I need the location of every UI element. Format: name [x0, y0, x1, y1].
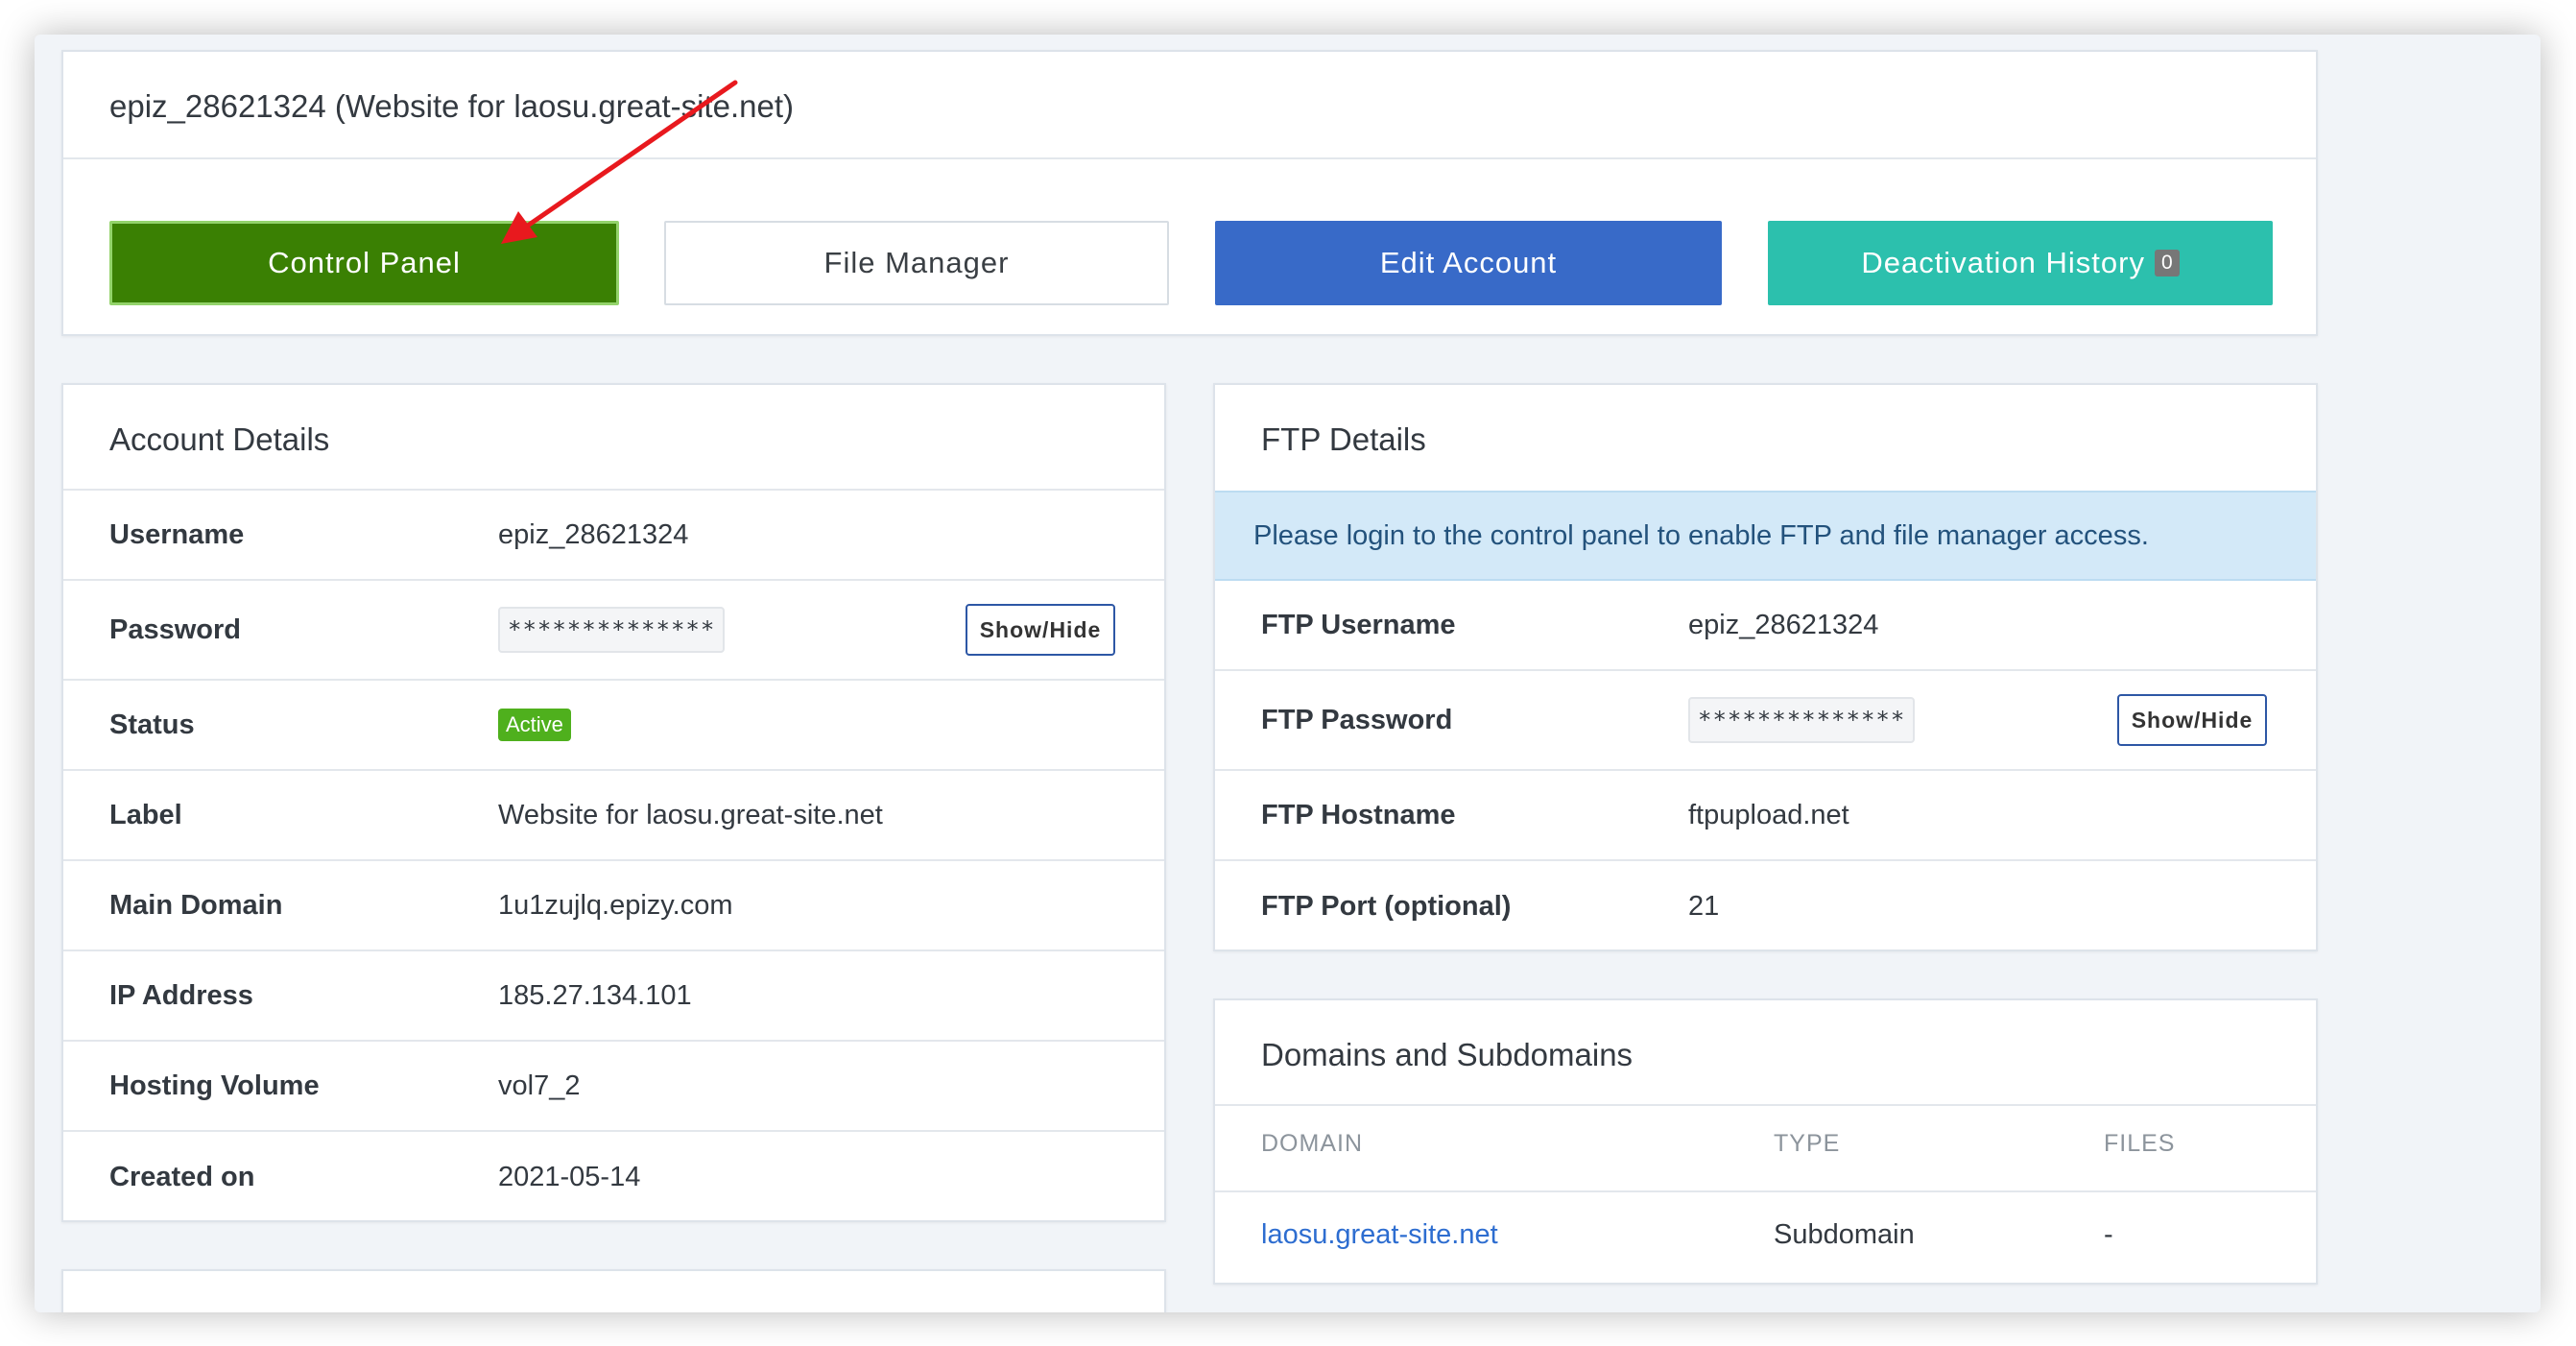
row-label: Created on — [109, 1161, 255, 1192]
ftp-row-port: FTP Port (optional) 21 — [1215, 861, 2316, 951]
password-show-hide-button[interactable]: Show/Hide — [966, 604, 1115, 656]
column-header-files: FILES — [2104, 1130, 2176, 1157]
domain-type: Subdomain — [1774, 1219, 1915, 1250]
account-row-hosting-volume: Hosting Volume vol7_2 — [63, 1042, 1164, 1132]
domain-link[interactable]: laosu.great-site.net — [1261, 1219, 1498, 1251]
password-field[interactable]: ************** — [498, 607, 726, 653]
row-label: FTP Password — [1261, 704, 1453, 735]
row-label: FTP Username — [1261, 609, 1456, 640]
account-row-main-domain: Main Domain 1u1zujlq.epizy.com — [63, 861, 1164, 951]
row-label: FTP Hostname — [1261, 799, 1456, 830]
row-label: Hosting Volume — [109, 1070, 320, 1101]
account-row-created-on: Created on 2021-05-14 — [63, 1132, 1164, 1222]
row-label: Username — [109, 518, 245, 550]
ip-address-value: 185.27.134.101 — [498, 979, 692, 1011]
control-panel-button[interactable]: Control Panel — [109, 221, 619, 305]
column-header-type: TYPE — [1774, 1130, 1841, 1157]
browser-window: epiz_28621324 (Website for laosu.great-s… — [35, 35, 2540, 1312]
deactivation-history-label: Deactivation History — [1861, 246, 2145, 279]
ftp-port-value: 21 — [1688, 890, 1720, 922]
status-badge: Active — [498, 709, 571, 741]
divider — [1215, 1190, 2316, 1192]
row-label: Password — [109, 613, 241, 645]
ftp-details-title: FTP Details — [1261, 421, 1426, 457]
ftp-row-hostname: FTP Hostname ftpupload.net — [1215, 771, 2316, 861]
ftp-notice-text: Please login to the control panel to ena… — [1253, 519, 2149, 551]
row-label: FTP Port (optional) — [1261, 890, 1512, 922]
account-details-card: Account Details Username epiz_28621324 P… — [61, 383, 1166, 1222]
deactivation-count-badge: 0 — [2154, 250, 2180, 276]
domains-card: Domains and Subdomains DOMAIN TYPE FILES… — [1213, 998, 2318, 1285]
deactivation-history-button[interactable]: Deactivation History 0 — [1768, 221, 2273, 305]
main-domain-value: 1u1zujlq.epizy.com — [498, 889, 733, 921]
page-title: epiz_28621324 (Website for laosu.great-s… — [109, 88, 794, 124]
created-on-value: 2021-05-14 — [498, 1161, 641, 1192]
domains-title: Domains and Subdomains — [1261, 1037, 1634, 1072]
divider — [1215, 1104, 2316, 1106]
account-header-card: epiz_28621324 (Website for laosu.great-s… — [61, 50, 2318, 336]
hosting-volume-value: vol7_2 — [498, 1070, 581, 1101]
account-row-ip-address: IP Address 185.27.134.101 — [63, 951, 1164, 1042]
row-label: Status — [109, 709, 195, 740]
additional-card — [61, 1269, 1166, 1312]
account-row-status: Status Active — [63, 681, 1164, 771]
row-label: Main Domain — [109, 889, 283, 921]
row-label: Label — [109, 799, 182, 830]
column-header-domain: DOMAIN — [1261, 1130, 1363, 1157]
account-row-label: Label Website for laosu.great-site.net — [63, 771, 1164, 861]
ftp-row-username: FTP Username epiz_28621324 — [1215, 581, 2316, 671]
ftp-password-field[interactable]: ************** — [1688, 697, 1916, 743]
username-value: epiz_28621324 — [498, 518, 689, 550]
file-manager-button[interactable]: File Manager — [664, 221, 1169, 305]
row-label: IP Address — [109, 979, 253, 1011]
account-row-username: Username epiz_28621324 — [63, 491, 1164, 581]
ftp-row-password: FTP Password ************** Show/Hide — [1215, 671, 2316, 771]
ftp-hostname-value: ftpupload.net — [1688, 799, 1849, 830]
ftp-details-card: FTP Details Please login to the control … — [1213, 383, 2318, 951]
divider — [63, 157, 2316, 159]
edit-account-button[interactable]: Edit Account — [1215, 221, 1722, 305]
ftp-password-show-hide-button[interactable]: Show/Hide — [2117, 694, 2267, 746]
ftp-username-value: epiz_28621324 — [1688, 609, 1879, 640]
account-details-title: Account Details — [109, 421, 330, 457]
domain-files: - — [2104, 1219, 2113, 1250]
ftp-notice-alert: Please login to the control panel to ena… — [1215, 491, 2316, 581]
account-row-password: Password ************** Show/Hide — [63, 581, 1164, 681]
label-value: Website for laosu.great-site.net — [498, 799, 883, 830]
